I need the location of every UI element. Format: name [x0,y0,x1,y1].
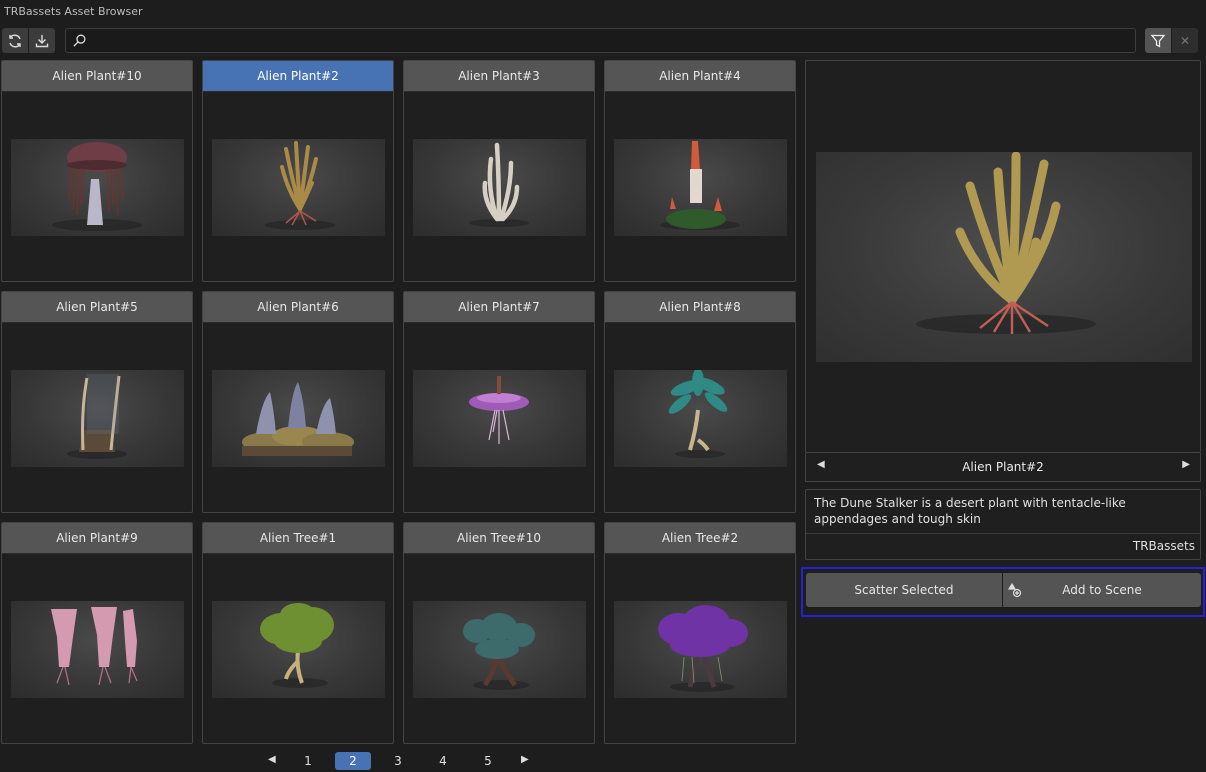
download-icon [35,34,49,47]
asset-card[interactable]: Alien Tree#2 [604,522,796,744]
asset-card[interactable]: Alien Plant#8 [604,291,796,513]
asset-thumbnail [11,601,184,698]
asset-card[interactable]: Alien Plant#5 [1,291,193,513]
search-input[interactable] [92,31,1126,52]
asset-card[interactable]: Alien Plant#7 [403,291,595,513]
page-2-button[interactable]: 2 [335,752,371,770]
asset-card-title: Alien Plant#6 [203,292,393,323]
divider [806,533,1200,534]
asset-card-title: Alien Plant#3 [404,61,594,92]
asset-thumbnail [212,139,385,236]
refresh-icon [9,34,21,47]
close-icon: ✕ [1179,33,1191,48]
asset-card-title: Alien Tree#1 [203,523,393,554]
asset-thumbnail [614,601,787,698]
page-5-button[interactable]: 5 [470,752,506,770]
asset-card[interactable]: Alien Tree#10 [403,522,595,744]
preview-image [816,152,1192,362]
asset-card[interactable]: Alien Plant#2 [202,60,394,282]
preview-asset-name: Alien Plant#2 [962,460,1044,474]
clear-filter-button[interactable]: ✕ [1172,28,1198,53]
preview-nav: ◀ Alien Plant#2 ▶ [805,453,1201,482]
asset-card-title: Alien Plant#5 [2,292,192,323]
refresh-button[interactable] [2,28,28,53]
asset-description-panel: The Dune Stalker is a desert plant with … [805,489,1201,560]
asset-card[interactable]: Alien Plant#10 [1,60,193,282]
page-4-button[interactable]: 4 [425,752,461,770]
next-page-icon[interactable]: ▶ [521,754,529,765]
asset-thumbnail [212,601,385,698]
asset-thumbnail [11,370,184,467]
filter-icon [1150,34,1166,48]
window-title: TRBassets Asset Browser [4,5,143,18]
asset-thumbnail [413,601,586,698]
asset-thumbnail [212,370,385,467]
asset-card-title: Alien Plant#9 [2,523,192,554]
asset-card[interactable]: Alien Plant#9 [1,522,193,744]
add-object-icon [1007,582,1022,598]
filter-button[interactable] [1145,28,1171,53]
search-field[interactable] [65,28,1136,53]
previous-page-icon[interactable]: ◀ [268,754,276,765]
asset-card[interactable]: Alien Plant#6 [202,291,394,513]
page-3-button[interactable]: 3 [380,752,416,770]
asset-card-title: Alien Plant#4 [605,61,795,92]
action-buttons-group: Scatter Selected Add to Scene [801,567,1205,617]
asset-card-title: Alien Plant#7 [404,292,594,323]
asset-thumbnail [413,139,586,236]
scatter-selected-button[interactable]: Scatter Selected [806,573,1002,607]
asset-card[interactable]: Alien Plant#3 [403,60,595,282]
asset-card-title: Alien Plant#2 [203,61,393,92]
asset-thumbnail [614,139,787,236]
add-to-scene-button[interactable]: Add to Scene [1003,573,1201,607]
download-button[interactable] [29,28,55,53]
add-to-scene-label: Add to Scene [1062,583,1142,597]
asset-card-title: Alien Plant#10 [2,61,192,92]
scatter-selected-label: Scatter Selected [854,583,954,597]
asset-card-title: Alien Tree#2 [605,523,795,554]
asset-description: The Dune Stalker is a desert plant with … [814,496,1126,526]
asset-card-title: Alien Plant#8 [605,292,795,323]
page-1-button[interactable]: 1 [290,752,326,770]
asset-card[interactable]: Alien Plant#4 [604,60,796,282]
search-icon [73,34,86,47]
asset-author: TRBassets [1132,539,1195,553]
next-arrow-icon[interactable]: ▶ [1182,459,1190,470]
asset-thumbnail [11,139,184,236]
asset-card-title: Alien Tree#10 [404,523,594,554]
asset-thumbnail [413,370,586,467]
asset-thumbnail [614,370,787,467]
asset-card[interactable]: Alien Tree#1 [202,522,394,744]
preview-panel [805,60,1201,453]
